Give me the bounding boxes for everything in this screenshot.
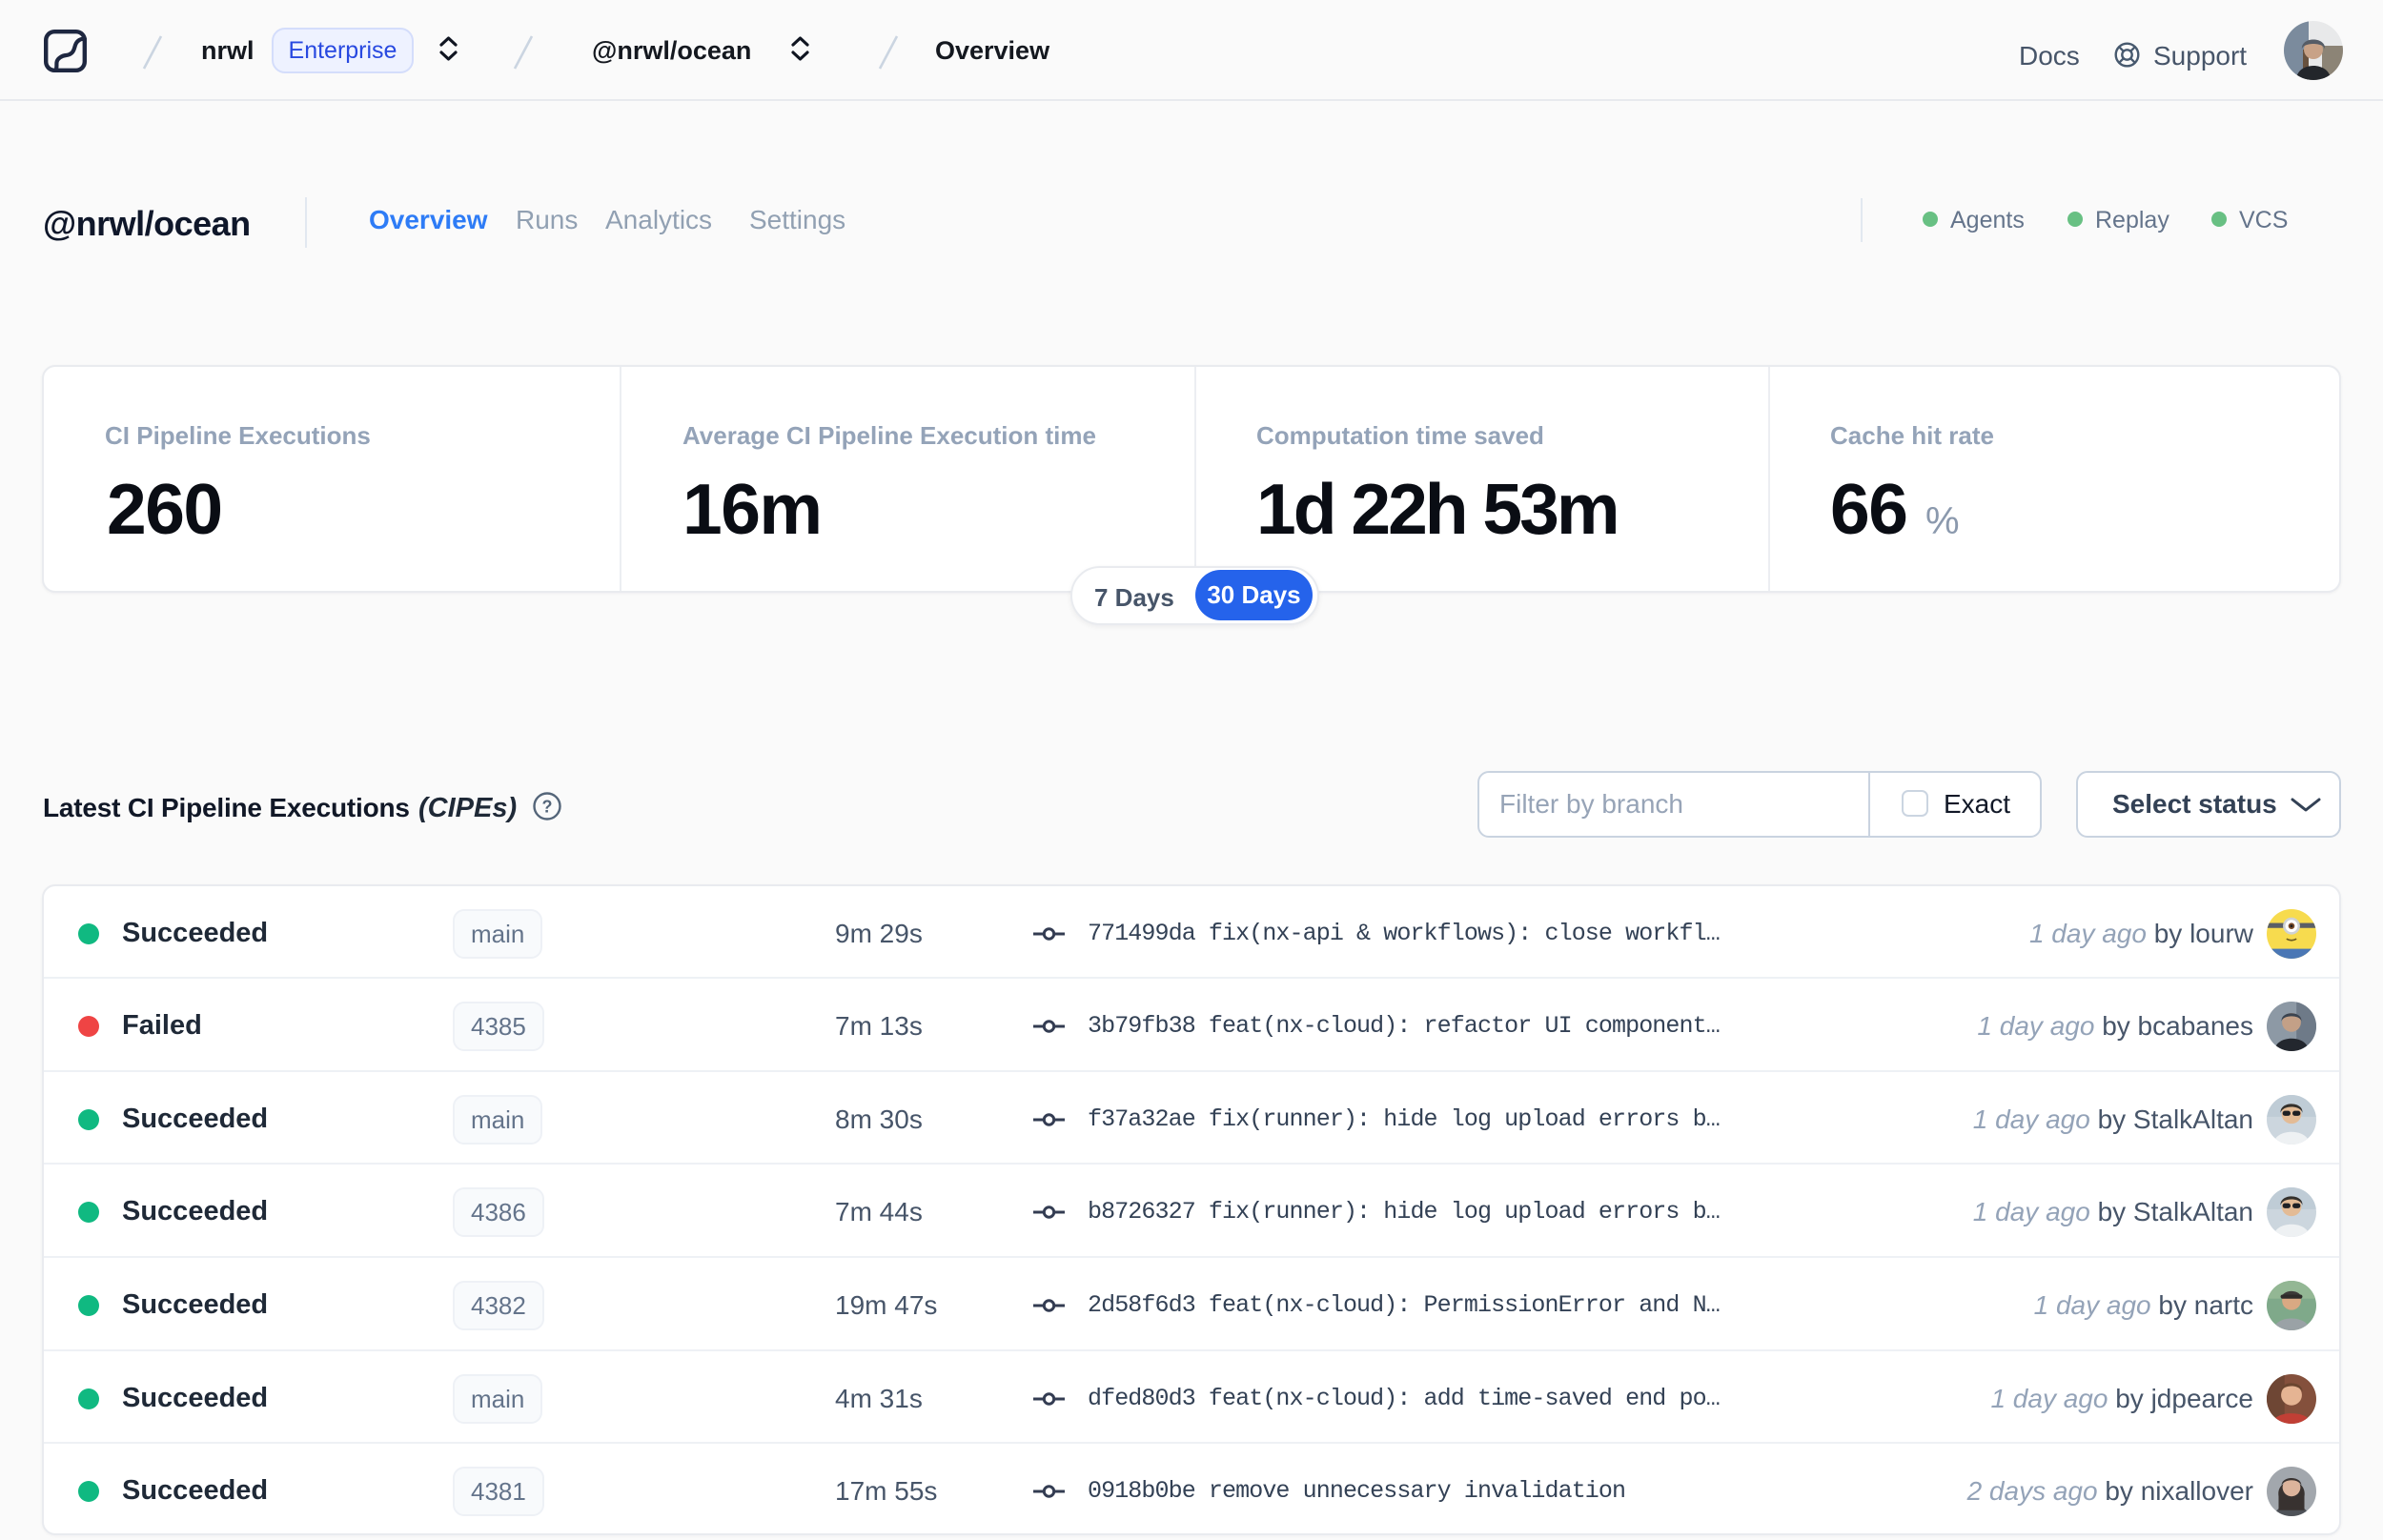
svg-text:?: ? xyxy=(542,798,553,817)
